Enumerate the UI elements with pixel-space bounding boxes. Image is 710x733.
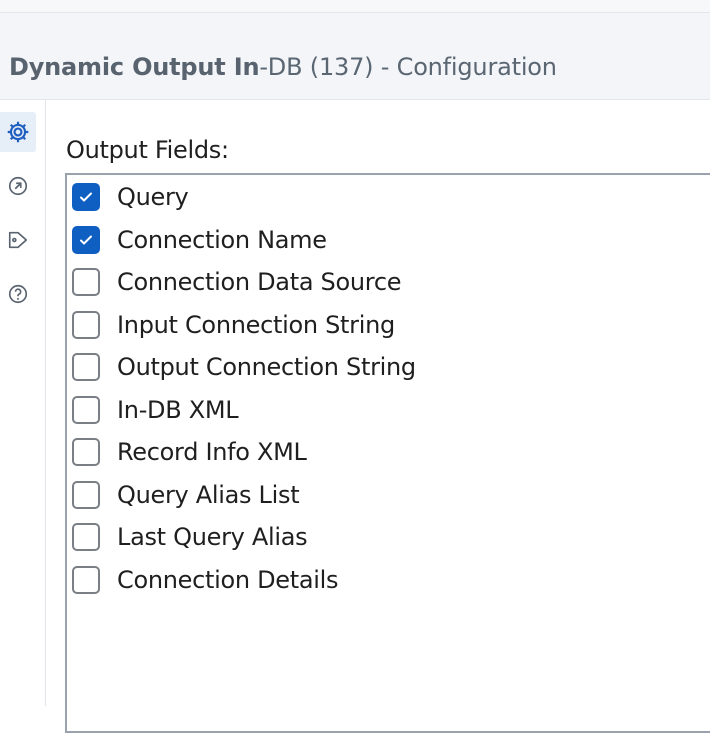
field-row[interactable]: In-DB XML: [72, 393, 239, 427]
field-label: Connection Details: [117, 565, 339, 594]
navigate-arrow-icon: [8, 176, 28, 196]
field-checkbox[interactable]: [72, 268, 100, 296]
config-header: Dynamic Output In-DB (137) - Configurati…: [0, 13, 710, 100]
field-label: In-DB XML: [117, 395, 239, 424]
gear-icon: [7, 121, 29, 143]
field-label: Connection Name: [117, 225, 327, 254]
field-checkbox[interactable]: [72, 480, 100, 509]
title-bold-part: Dynamic Output In: [9, 53, 260, 81]
side-rail: [0, 100, 46, 706]
field-checkbox[interactable]: [72, 225, 100, 254]
field-row[interactable]: Last Query Alias: [72, 520, 308, 554]
field-checkbox[interactable]: [72, 438, 100, 466]
field-checkbox[interactable]: [72, 395, 100, 424]
help-icon: [8, 284, 28, 304]
field-row[interactable]: Query: [72, 180, 189, 214]
rail-navigate-button[interactable]: [0, 166, 36, 206]
checkmark-icon: [80, 235, 92, 244]
field-checkbox[interactable]: [72, 523, 100, 551]
field-row[interactable]: Output Connection String: [72, 350, 416, 384]
field-row[interactable]: Connection Name: [72, 223, 327, 257]
rail-help-button[interactable]: [0, 274, 36, 314]
field-label: Output Connection String: [117, 353, 416, 381]
field-checkbox[interactable]: [72, 353, 100, 381]
field-row[interactable]: Connection Data Source: [72, 265, 402, 299]
field-label: Record Info XML: [117, 438, 307, 466]
title-rest-part: -DB (137) - Configuration: [259, 53, 557, 81]
field-label: Query Alias List: [117, 480, 300, 509]
tag-icon: [8, 231, 28, 249]
field-row[interactable]: Query Alias List: [72, 478, 300, 512]
field-label: Connection Data Source: [117, 268, 402, 296]
window-top-strip: [0, 0, 710, 13]
page-title: Dynamic Output In-DB (137) - Configurati…: [9, 53, 557, 81]
field-row[interactable]: Record Info XML: [72, 435, 307, 469]
field-checkbox[interactable]: [72, 565, 100, 594]
rail-configuration-button[interactable]: [0, 112, 36, 152]
field-label: Last Query Alias: [117, 523, 308, 551]
field-row[interactable]: Input Connection String: [72, 308, 395, 342]
field-checkbox[interactable]: [72, 310, 100, 339]
field-label: Input Connection String: [117, 310, 395, 339]
field-label: Query: [117, 183, 189, 211]
field-checkbox[interactable]: [72, 183, 100, 211]
checkmark-icon: [80, 192, 92, 202]
output-fields-label: Output Fields:: [66, 136, 229, 164]
rail-annotation-button[interactable]: [0, 220, 36, 260]
field-row[interactable]: Connection Details: [72, 563, 339, 597]
